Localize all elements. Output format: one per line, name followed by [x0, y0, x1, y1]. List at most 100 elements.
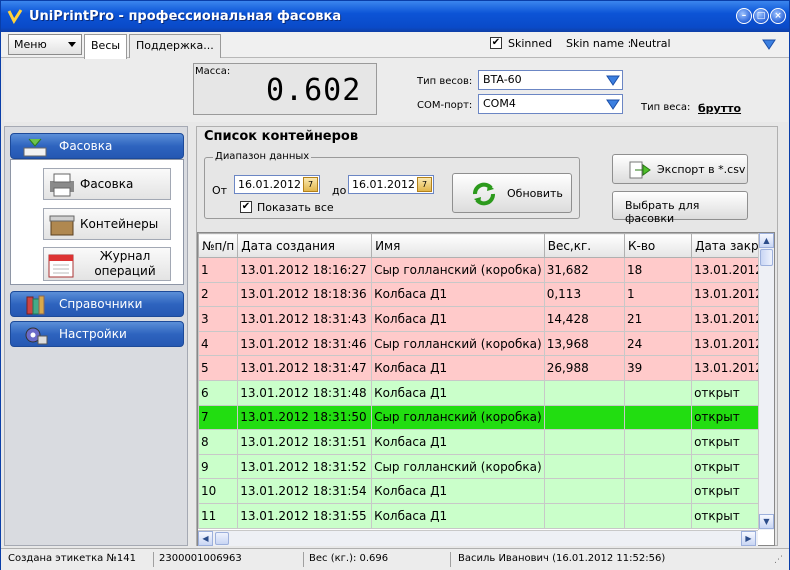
scroll-up-icon[interactable]: ▲ — [759, 233, 774, 248]
table-cell-name: Сыр голланский (коробка) — [371, 453, 545, 480]
table-cell-weight — [543, 379, 625, 406]
sidebar-section-reference[interactable]: Справочники — [10, 291, 184, 317]
table-cell-name: Колбаса Д1 — [371, 306, 545, 332]
table-cell-date: 13.01.2012 18:31:46 — [237, 330, 373, 357]
export-arrow-icon — [629, 161, 651, 179]
select-for-packing-button[interactable]: Выбрать для фасовки — [612, 191, 748, 225]
minimize-icon[interactable]: – — [736, 8, 752, 24]
status-user: Василь Иванович (16.01.2012 11:52:56) — [458, 553, 666, 564]
sidebar-section-label: Фасовка — [59, 139, 113, 153]
export-csv-button[interactable]: Экспорт в *.csv — [612, 154, 748, 184]
column-header[interactable]: Вес,кг. — [543, 233, 625, 258]
dropdown-icon — [606, 75, 620, 86]
table-cell-date: 13.01.2012 18:31:55 — [237, 502, 373, 529]
sidebar-item-packing[interactable]: Фасовка — [43, 168, 171, 200]
show-all-checkbox[interactable]: ✔ — [240, 201, 252, 213]
com-port-select[interactable]: COM4 — [478, 94, 623, 114]
table-row[interactable]: 7 13.01.2012 18:31:50 Сыр голланский (коро… — [198, 404, 774, 431]
table-row[interactable]: 4 13.01.2012 18:31:46 Сыр голланский (коро… — [198, 330, 774, 357]
window-title: UniPrintPro - профессиональная фасовка — [29, 9, 342, 24]
table-row[interactable]: 1 13.01.2012 18:16:27 Сыр голланский (коро… — [198, 257, 774, 283]
table-cell-name: Сыр голланский (коробка) — [371, 404, 545, 431]
scroll-left-icon[interactable]: ◀ — [198, 531, 213, 546]
scale-type-select[interactable]: BTA-60 — [478, 70, 623, 90]
table-cell-n: 10 — [198, 478, 239, 504]
table-cell-qty — [623, 478, 693, 504]
column-header[interactable]: Имя — [371, 233, 545, 258]
column-header[interactable]: К-во — [623, 233, 693, 258]
main-menu-button[interactable]: Меню — [8, 34, 82, 55]
dropdown-icon — [606, 99, 620, 110]
from-label: От — [212, 184, 228, 197]
calendar-icon[interactable]: 7 — [303, 177, 318, 192]
sidebar-item-journal[interactable]: Журнал операций — [43, 247, 171, 281]
table-cell-weight: 26,988 — [543, 355, 625, 381]
table-row[interactable]: 5 13.01.2012 18:31:47 Колбаса Д1 26,988 39 13… — [198, 355, 774, 381]
table-cell-n: 8 — [198, 429, 239, 455]
refresh-button[interactable]: Обновить — [452, 173, 572, 213]
horizontal-scrollbar[interactable]: ◀ ▶ — [198, 530, 758, 546]
mass-value: 0.602 — [266, 73, 362, 108]
com-port-label: COM-порт: — [417, 100, 473, 111]
books-icon — [26, 295, 45, 315]
table-cell-n: 3 — [198, 306, 239, 332]
table-cell-qty: 1 — [623, 281, 693, 308]
skinned-checkbox[interactable]: ✔ — [490, 37, 502, 49]
table-row[interactable]: 3 13.01.2012 18:31:43 Колбаса Д1 14,428 21 13… — [198, 306, 774, 332]
table-cell-date: 13.01.2012 18:31:47 — [237, 355, 373, 381]
table-cell-n: 2 — [198, 281, 239, 308]
column-header[interactable]: №п/п — [198, 233, 239, 258]
table-cell-name: Колбаса Д1 — [371, 502, 545, 529]
vertical-scrollbar[interactable]: ▲ ▼ — [758, 233, 774, 530]
table-row[interactable]: 8 13.01.2012 18:31:51 Колбаса Д1 открыт — [198, 429, 774, 455]
title-bar: UniPrintPro - профессиональная фасовка –… — [1, 1, 789, 32]
skin-name-label: Skin name : — [566, 37, 632, 50]
table-row[interactable]: 2 13.01.2012 18:18:36 Колбаса Д1 0,113 1 13.0… — [198, 281, 774, 308]
table-row[interactable]: 9 13.01.2012 18:31:52 Сыр голланский (коро… — [198, 453, 774, 480]
scroll-thumb[interactable] — [215, 532, 229, 545]
table-cell-date: 13.01.2012 18:31:54 — [237, 478, 373, 504]
scale-type-label: Тип весов: — [417, 76, 473, 87]
scroll-right-icon[interactable]: ▶ — [741, 531, 756, 546]
calendar-icon — [48, 254, 74, 278]
column-header[interactable]: Дата создания — [237, 233, 373, 258]
refresh-label: Обновить — [507, 187, 563, 200]
sidebar-item-label: Фасовка — [80, 177, 134, 191]
table-row[interactable]: 6 13.01.2012 18:31:48 Колбаса Д1 открыт — [198, 379, 774, 406]
table-cell-qty: 21 — [623, 306, 693, 332]
table-row[interactable]: 10 13.01.2012 18:31:54 Колбаса Д1 открыт — [198, 478, 774, 504]
sidebar-section-label: Настройки — [59, 327, 127, 341]
table-cell-qty — [623, 379, 693, 406]
table-cell-qty — [623, 429, 693, 455]
tab-scales[interactable]: Весы — [84, 34, 128, 59]
table-cell-name: Сыр голланский (коробка) — [371, 257, 545, 283]
dropdown-icon[interactable] — [762, 38, 776, 50]
table-cell-weight — [543, 429, 625, 455]
weight-type-link[interactable]: брутто — [698, 102, 741, 115]
scroll-thumb[interactable] — [760, 249, 773, 266]
com-port-value: COM4 — [483, 97, 516, 110]
table-cell-n: 7 — [198, 404, 239, 431]
page-title: Список контейнеров — [204, 129, 359, 144]
maximize-icon[interactable]: □ — [753, 8, 769, 24]
settings-icon — [25, 327, 48, 345]
scale-icon — [23, 138, 47, 157]
show-all-label: Показать все — [257, 201, 334, 214]
from-date-field[interactable]: 16.01.2012 7 — [234, 175, 320, 194]
table-cell-date: 13.01.2012 18:31:48 — [237, 379, 373, 406]
calendar-icon[interactable]: 7 — [417, 177, 432, 192]
table-cell-n: 4 — [198, 330, 239, 357]
sidebar-item-containers[interactable]: Контейнеры — [43, 208, 171, 240]
table-row[interactable]: 11 13.01.2012 18:31:55 Колбаса Д1 открыт — [198, 502, 774, 529]
sidebar-section-packing[interactable]: Фасовка — [10, 133, 184, 159]
skin-name-value: Neutral — [630, 37, 671, 50]
close-icon[interactable]: × — [770, 8, 786, 24]
table-cell-weight — [543, 404, 625, 431]
sidebar-section-settings[interactable]: Настройки — [10, 321, 184, 347]
table-cell-n: 5 — [198, 355, 239, 381]
resize-grip-icon[interactable]: ⋰ — [774, 555, 783, 565]
tab-support[interactable]: Поддержка... — [129, 34, 221, 58]
to-date-field[interactable]: 16.01.2012 7 — [348, 175, 434, 194]
table-cell-name: Сыр голланский (коробка) — [371, 330, 545, 357]
scroll-down-icon[interactable]: ▼ — [759, 514, 774, 529]
